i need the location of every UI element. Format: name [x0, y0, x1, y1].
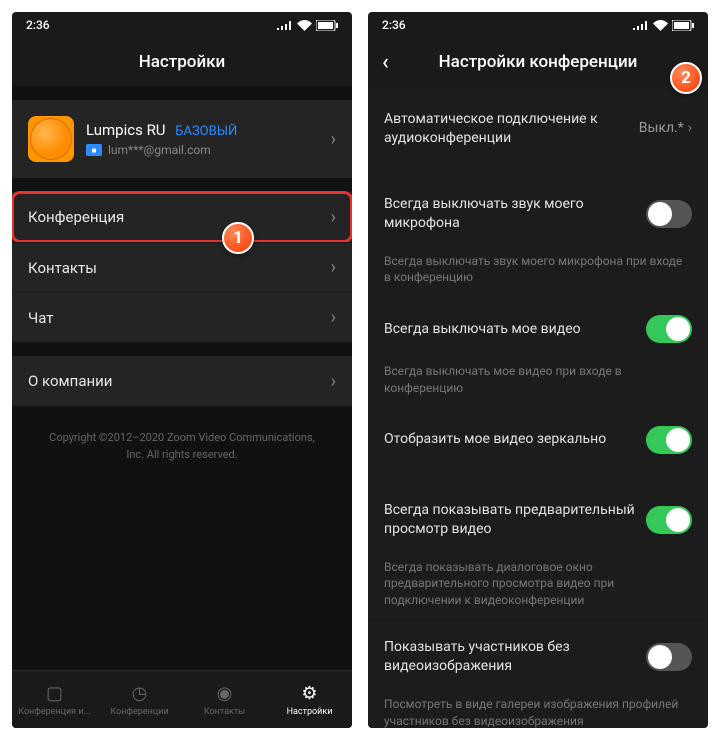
toggle-mute-video[interactable] — [646, 315, 692, 343]
chevron-right-icon: › — [331, 307, 336, 328]
setting-label: Всегда выключать звук моего микрофона — [384, 195, 646, 233]
setting-desc: Всегда выключать звук моего микрофона пр… — [368, 247, 708, 301]
tabbar: ▢ Конференция и... ◷ Конференции ◉ Конта… — [12, 670, 352, 728]
status-time: 2:36 — [382, 18, 406, 32]
back-button[interactable]: ‹ — [382, 50, 389, 75]
status-icons — [633, 20, 694, 31]
header-right: ‹ Настройки конференции — [368, 38, 708, 86]
settings-item-chat[interactable]: Чат › — [12, 292, 352, 342]
wifi-icon — [297, 20, 312, 31]
page-title: Настройки конференции — [439, 52, 638, 72]
chevron-right-icon: › — [688, 119, 692, 138]
signal-icon — [633, 20, 649, 30]
gear-icon: ⚙ — [301, 683, 317, 704]
profile-row[interactable]: Lumpics RU БАЗОВЫЙ ■ lum***@gmail.com › — [12, 100, 352, 178]
status-icons — [277, 20, 338, 31]
setting-label: Всегда показывать предварительный просмо… — [384, 501, 646, 539]
avatar — [28, 116, 74, 162]
tab-meetings[interactable]: ◷ Конференции — [97, 671, 182, 728]
item-label: Чат — [28, 309, 54, 327]
tab-contacts[interactable]: ◉ Контакты — [182, 671, 267, 728]
annotation-marker-1: 1 — [222, 222, 254, 254]
header-left: Настройки — [12, 38, 352, 86]
toggle-mute-mic[interactable] — [646, 200, 692, 228]
tab-label: Настройки — [287, 707, 333, 717]
phone-left: 2:36 Настройки Lumpics RU БАЗОВЫЙ ■ lum*… — [12, 12, 352, 728]
clock-icon: ◷ — [132, 683, 148, 704]
tab-label: Конференция и... — [18, 707, 90, 717]
video-icon: ▢ — [46, 683, 63, 704]
settings-item-conference[interactable]: Конференция › — [12, 192, 352, 242]
contacts-icon: ◉ — [217, 683, 233, 704]
chevron-right-icon: › — [331, 207, 336, 228]
item-label: Конференция — [28, 208, 124, 226]
profile-info: Lumpics RU БАЗОВЫЙ ■ lum***@gmail.com — [86, 121, 331, 157]
setting-desc: Всегда показывать диалоговое окно предва… — [368, 553, 708, 623]
setting-mute-video: Всегда выключать мое видео — [368, 301, 708, 357]
tab-meet[interactable]: ▢ Конференция и... — [12, 671, 97, 728]
tab-settings[interactable]: ⚙ Настройки — [267, 671, 352, 728]
copyright: Copyright ©2012–2020 Zoom Video Communic… — [12, 406, 352, 487]
item-label: О компании — [28, 372, 112, 390]
video-icon: ■ — [86, 144, 102, 156]
chevron-right-icon: › — [331, 371, 336, 392]
setting-mirror-video: Отобразить мое видео зеркально — [368, 412, 708, 468]
status-bar: 2:36 — [12, 12, 352, 38]
chevron-right-icon: › — [331, 257, 336, 278]
setting-label: Всегда выключать мое видео — [384, 320, 646, 339]
toggle-mirror-video[interactable] — [646, 426, 692, 454]
profile-badge: БАЗОВЫЙ — [175, 124, 237, 139]
setting-label: Автоматическое подключение к аудиоконфер… — [384, 110, 639, 148]
wifi-icon — [653, 20, 668, 31]
toggle-no-video-participants[interactable] — [646, 643, 692, 671]
tab-label: Контакты — [204, 707, 245, 717]
content-right[interactable]: Автоматическое подключение к аудиоконфер… — [368, 86, 708, 728]
setting-desc: Посмотреть в виде галереи изображения пр… — [368, 690, 708, 728]
battery-icon — [672, 20, 694, 31]
settings-item-about[interactable]: О компании › — [12, 356, 352, 406]
profile-name: Lumpics RU — [86, 121, 166, 139]
setting-audio-connect[interactable]: Автоматическое подключение к аудиоконфер… — [368, 96, 708, 162]
tab-label: Конференции — [110, 707, 168, 717]
page-title: Настройки — [139, 52, 226, 72]
phone-right: 2:36 ‹ Настройки конференции Автоматичес… — [368, 12, 708, 728]
setting-desc: Всегда выключать мое видео при входе в к… — [368, 357, 708, 411]
annotation-marker-2: 2 — [670, 62, 702, 94]
battery-icon — [316, 20, 338, 31]
content-left[interactable]: Lumpics RU БАЗОВЫЙ ■ lum***@gmail.com › … — [12, 86, 352, 670]
signal-icon — [277, 20, 293, 30]
setting-mute-mic: Всегда выключать звук моего микрофона — [368, 181, 708, 247]
setting-label: Показывать участников без видеоизображен… — [384, 638, 646, 676]
setting-value: Выкл.* — [639, 119, 684, 138]
setting-no-video-participants: Показывать участников без видеоизображен… — [368, 624, 708, 690]
toggle-preview[interactable] — [646, 506, 692, 534]
status-bar: 2:36 — [368, 12, 708, 38]
status-time: 2:36 — [26, 18, 50, 32]
setting-preview: Всегда показывать предварительный просмо… — [368, 487, 708, 553]
item-label: Контакты — [28, 259, 97, 277]
settings-item-contacts[interactable]: Контакты › — [12, 242, 352, 292]
profile-email: lum***@gmail.com — [108, 143, 211, 157]
chevron-right-icon: › — [331, 129, 336, 150]
setting-label: Отобразить мое видео зеркально — [384, 430, 646, 449]
